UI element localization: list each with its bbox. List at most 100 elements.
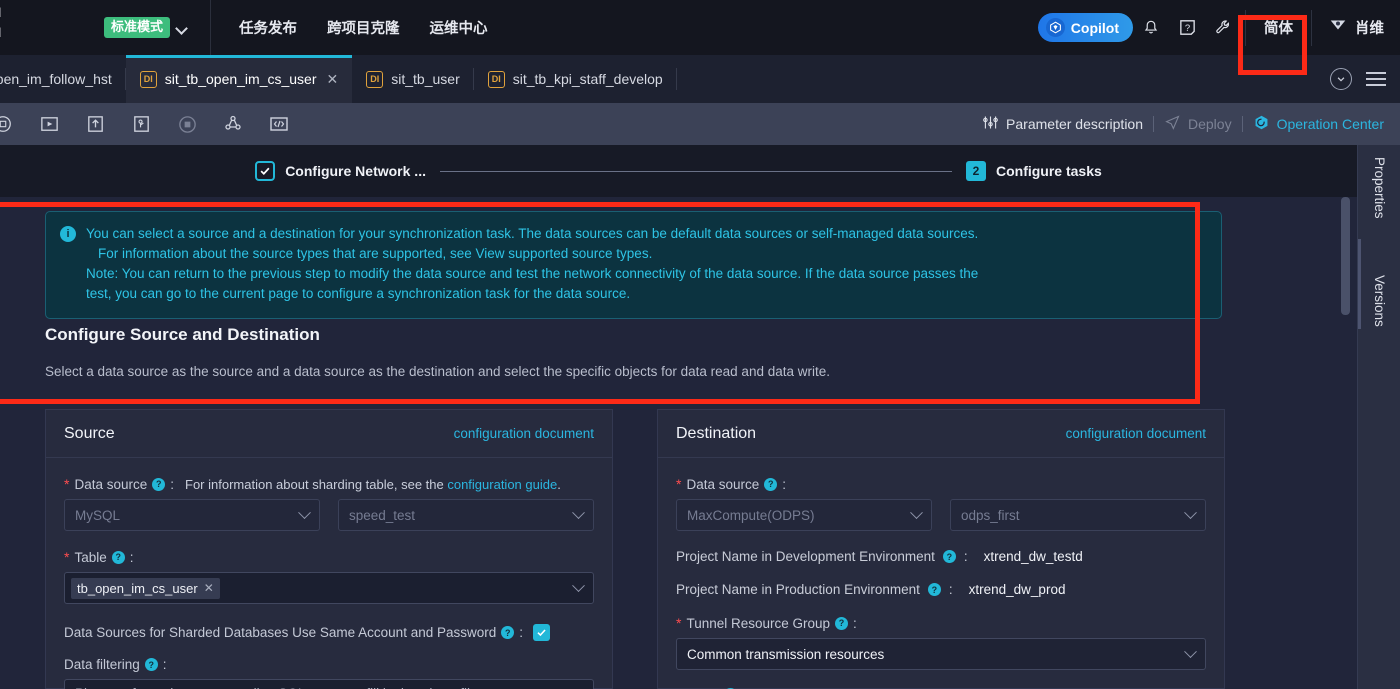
- source-data-source-name-select[interactable]: speed_test: [338, 499, 594, 531]
- destination-configuration-document-link[interactable]: configuration document: [1066, 426, 1206, 441]
- user-avatar-icon: [1328, 15, 1348, 40]
- sharding-note-prefix: For information about sharding table, se…: [185, 476, 448, 492]
- tab-label: sit_tb_kpi_staff_develop: [512, 71, 663, 87]
- destination-tunnel-label-row: * Tunnel Resource Group ? :: [676, 615, 1206, 631]
- source-data-source-name-value: speed_test: [349, 507, 416, 523]
- step-configure-tasks[interactable]: 2 Configure tasks: [965, 161, 1102, 181]
- help-tip-icon[interactable]: ?: [111, 550, 125, 564]
- main-content: i You can select a source and a destinat…: [0, 197, 1357, 689]
- language-switch-button[interactable]: 简体: [1250, 8, 1307, 48]
- destination-data-source-type-select[interactable]: MaxCompute(ODPS): [676, 499, 932, 531]
- help-tip-icon[interactable]: ?: [942, 550, 956, 563]
- svg-text:?: ?: [1184, 23, 1189, 34]
- tab-sit-tb-user[interactable]: DI sit_tb_user: [352, 55, 474, 103]
- operation-center-button[interactable]: Operation Center: [1243, 103, 1394, 145]
- rail-item-properties[interactable]: Properties: [1372, 157, 1387, 219]
- nav-operation-center[interactable]: 运维中心: [430, 17, 488, 38]
- tab-sit-tb-open-im-cs-user[interactable]: DI sit_tb_open_im_cs_user ✕: [125, 55, 353, 103]
- help-tip-icon[interactable]: ?: [764, 477, 778, 491]
- run-with-params-icon[interactable]: [118, 103, 164, 145]
- help-tip-icon[interactable]: ?: [501, 626, 515, 639]
- help-icon[interactable]: ?: [1169, 8, 1205, 48]
- destination-prod-project-label: Project Name in Production Environment: [676, 582, 920, 597]
- info-line-1: You can select a source and a destinatio…: [86, 226, 979, 241]
- top-header-bar: d d 标准模式 任务发布 跨项目克隆 运维中心 Copilot: [0, 0, 1400, 55]
- sharding-note-suffix: .: [557, 476, 561, 492]
- remove-tag-icon[interactable]: ✕: [204, 581, 214, 595]
- step-configure-network[interactable]: Configure Network ...: [255, 161, 426, 181]
- bell-icon[interactable]: [1133, 8, 1169, 48]
- colon: :: [948, 582, 953, 597]
- user-menu[interactable]: 肖维: [1316, 15, 1390, 40]
- di-badge-icon: DI: [139, 70, 157, 88]
- copilot-button[interactable]: Copilot: [1037, 13, 1133, 42]
- tab-close-icon[interactable]: ✕: [327, 71, 339, 88]
- nav-cross-project-clone[interactable]: 跨项目克隆: [327, 17, 400, 38]
- tab-sit-tb-kpi-staff-develop[interactable]: DI sit_tb_kpi_staff_develop: [474, 55, 677, 103]
- source-sharded-checkbox[interactable]: [533, 624, 551, 641]
- step2-number: 2: [965, 161, 986, 181]
- help-tip-icon[interactable]: ?: [835, 616, 849, 630]
- wizard-stepper: Configure Network ... 2 Configure tasks: [0, 145, 1357, 197]
- parameter-description-button[interactable]: Parameter description: [972, 103, 1153, 145]
- source-data-source-selects: MySQL speed_test: [64, 499, 594, 531]
- nav-task-publish[interactable]: 任务发布: [239, 17, 297, 38]
- operation-center-icon: [1253, 114, 1270, 134]
- colon: :: [853, 615, 857, 631]
- deploy-label: Deploy: [1188, 116, 1232, 132]
- code-icon[interactable]: [256, 103, 302, 145]
- chevron-down-icon: [1184, 505, 1197, 519]
- destination-dev-project-row: Project Name in Development Environment …: [676, 549, 1206, 564]
- source-panel: Source configuration document * Data sou…: [45, 409, 613, 689]
- destination-data-source-name-select[interactable]: odps_first: [950, 499, 1206, 531]
- clipped-left-text: d d: [0, 0, 26, 55]
- deploy-button: Deploy: [1154, 103, 1242, 145]
- chevron-down-icon: [298, 505, 311, 519]
- tab-open-im-follow-hst[interactable]: open_im_follow_hst: [0, 55, 126, 103]
- deploy-icon: [1164, 114, 1181, 134]
- chevron-down-icon: [176, 22, 188, 34]
- destination-data-source-type-value: MaxCompute(ODPS): [687, 507, 815, 523]
- destination-prod-project-value: xtrend_dw_prod: [968, 582, 1066, 597]
- destination-data-source-name-value: odps_first: [961, 507, 1020, 523]
- help-tip-icon[interactable]: ?: [927, 583, 941, 596]
- source-configuration-document-link[interactable]: configuration document: [454, 426, 594, 441]
- required-marker: *: [676, 476, 682, 492]
- destination-dev-project-value: xtrend_dw_testd: [983, 549, 1083, 564]
- rail-item-versions[interactable]: Versions: [1372, 275, 1387, 327]
- help-tip-icon[interactable]: ?: [144, 658, 158, 671]
- rail-active-indicator: [1358, 239, 1361, 329]
- save-icon[interactable]: [0, 103, 26, 145]
- scrollbar-thumb[interactable]: [1341, 197, 1350, 315]
- copilot-icon: [1045, 18, 1065, 37]
- source-table-select[interactable]: tb_open_im_cs_user ✕: [64, 572, 594, 604]
- source-data-filtering-input[interactable]: Please refer to the corresponding SQL sy…: [64, 679, 594, 689]
- lineage-icon[interactable]: [210, 103, 256, 145]
- menu-hamburger-icon[interactable]: [1366, 68, 1386, 90]
- mode-selector[interactable]: 标准模式: [104, 17, 188, 38]
- upload-icon[interactable]: [72, 103, 118, 145]
- source-panel-body: * Data source ? : For information about …: [46, 458, 612, 689]
- editor-toolbar: Parameter description Deploy Operation C…: [0, 103, 1400, 145]
- destination-tunnel-resource-group-select[interactable]: Common transmission resources: [676, 638, 1206, 670]
- header-vertical-separator-2: [1311, 9, 1312, 46]
- source-sharded-label: Data Sources for Sharded Databases Use S…: [64, 625, 497, 640]
- chevron-down-circle-icon[interactable]: [1330, 68, 1352, 90]
- chevron-down-icon: [572, 578, 585, 592]
- content-vertical-scrollbar[interactable]: [1341, 197, 1350, 689]
- wrench-icon[interactable]: [1205, 8, 1241, 48]
- info-icon: i: [60, 226, 76, 242]
- tab-label: open_im_follow_hst: [0, 71, 112, 87]
- required-marker: *: [64, 549, 70, 565]
- run-icon[interactable]: [26, 103, 72, 145]
- destination-dev-project-label: Project Name in Development Environment: [676, 549, 935, 564]
- destination-data-source-selects: MaxCompute(ODPS) odps_first: [676, 499, 1206, 531]
- configuration-guide-link[interactable]: configuration guide: [447, 477, 557, 492]
- help-tip-icon[interactable]: ?: [152, 477, 166, 491]
- destination-panel-body: * Data source ? : MaxCompute(ODPS) odps_…: [658, 458, 1224, 689]
- source-table-tag-label: tb_open_im_cs_user: [77, 580, 198, 596]
- source-data-source-type-select[interactable]: MySQL: [64, 499, 320, 531]
- right-side-rail: Properties Versions: [1357, 145, 1400, 689]
- tab-label: sit_tb_open_im_cs_user: [164, 71, 317, 87]
- clipped-text-line-2: d: [0, 25, 1, 40]
